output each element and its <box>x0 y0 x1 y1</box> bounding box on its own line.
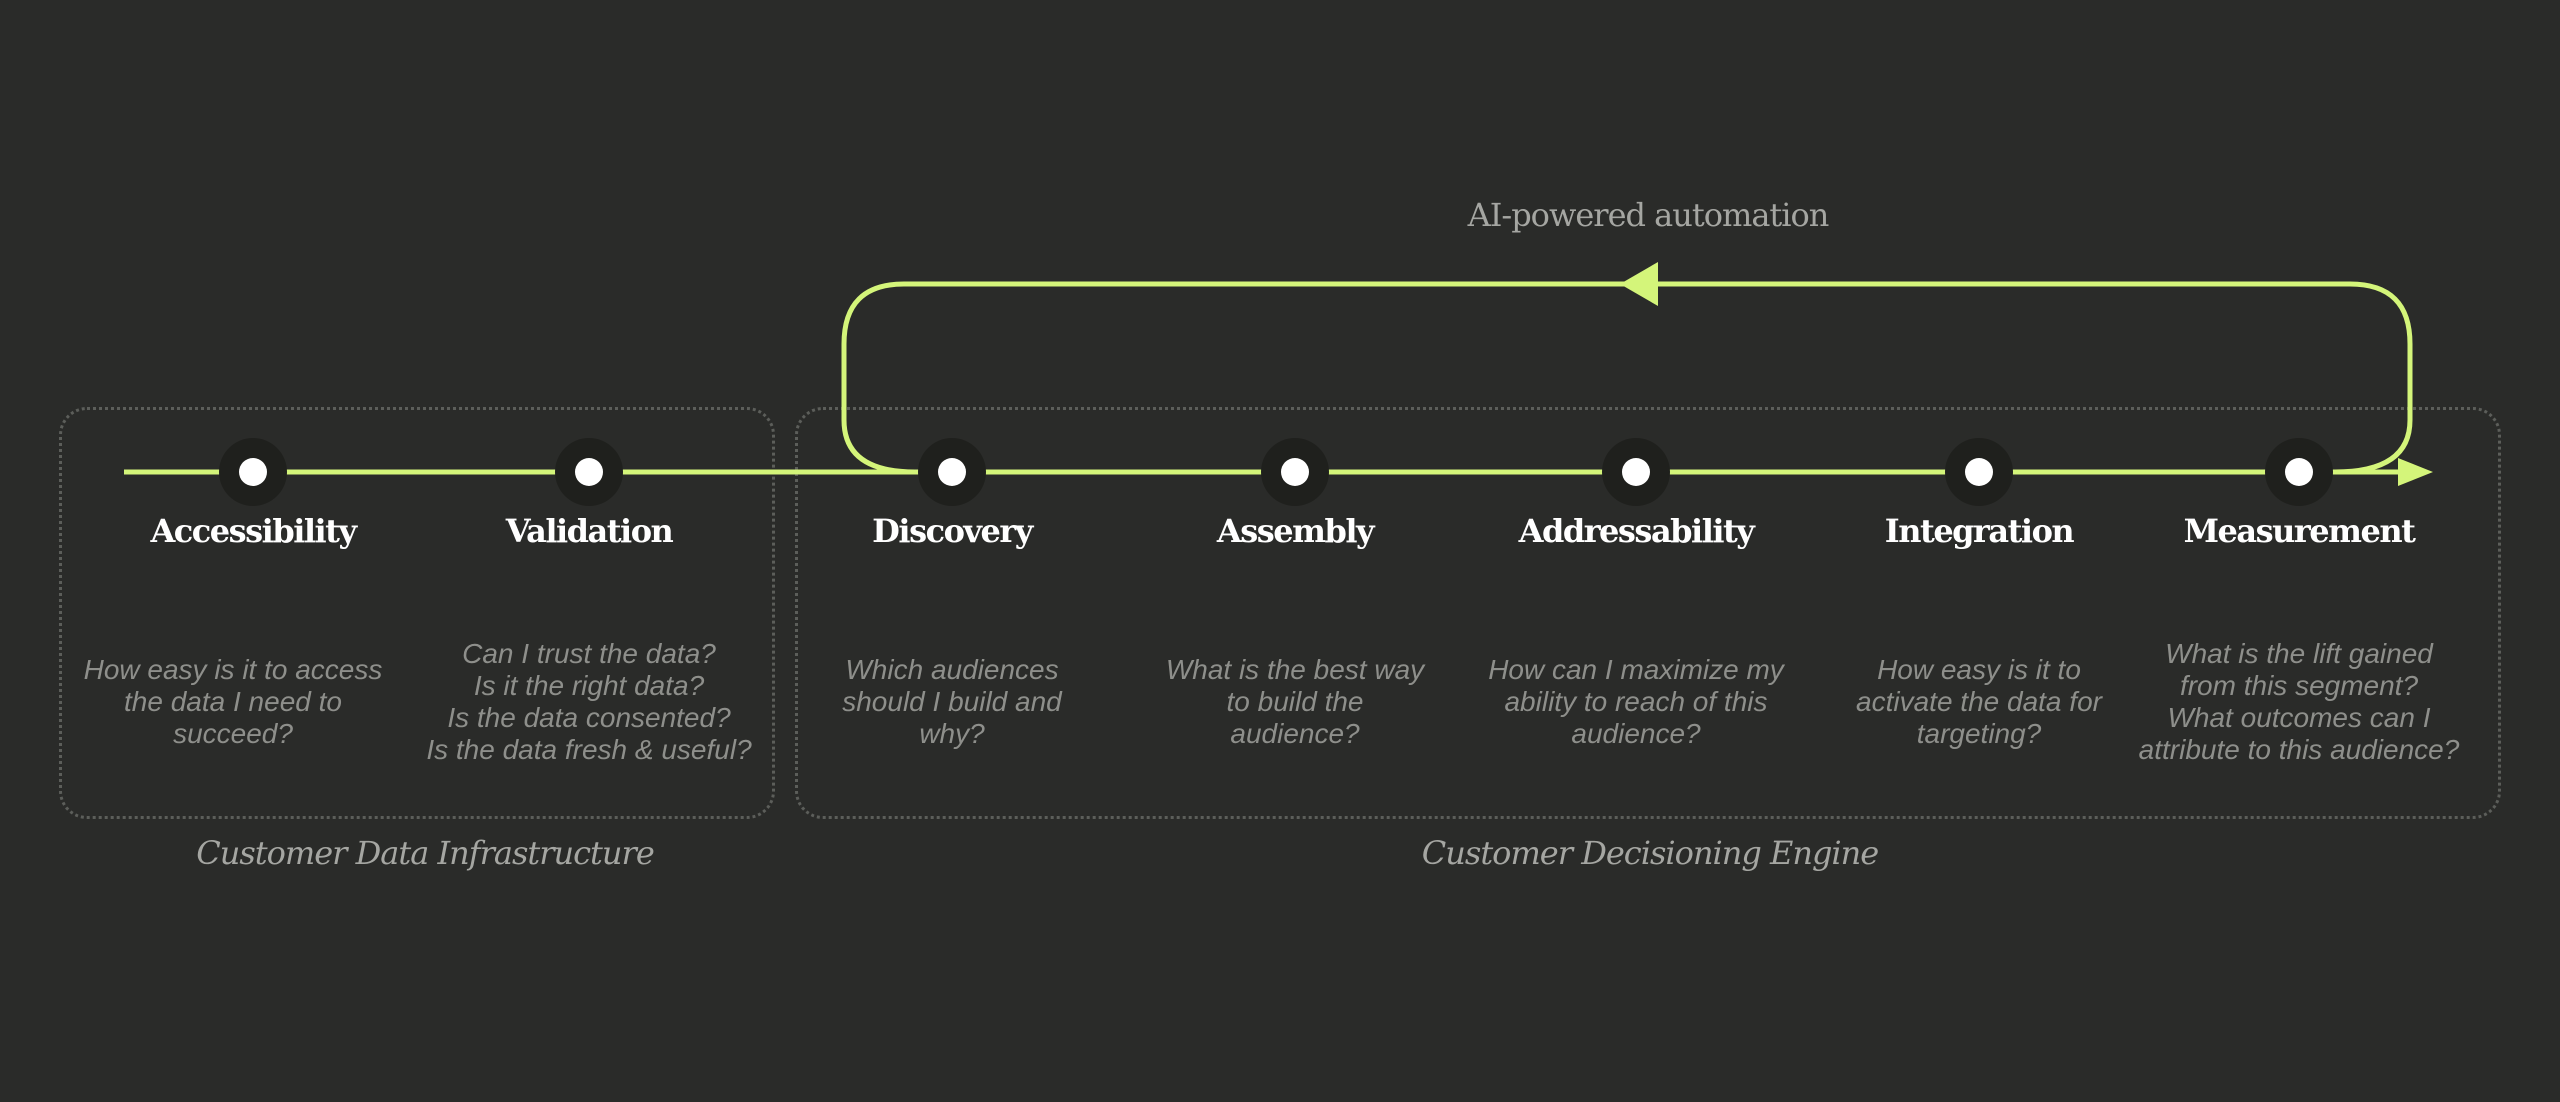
stage-node-dot <box>1965 458 1993 486</box>
stage-description-discovery: Which audiences should I build and why? <box>842 654 1062 749</box>
stage-title-integration: Integration <box>1884 512 2075 550</box>
group-label-customer-decisioning-engine: Customer Decisioning Engine <box>1421 834 1879 872</box>
loop-arrow-head-icon <box>1620 262 1658 306</box>
stage-description-assembly: What is the best way to build the audien… <box>1165 654 1425 749</box>
stage-description-measurement: What is the lift gained from this segmen… <box>2138 638 2460 765</box>
stage-description-accessibility: How easy is it to access the data I need… <box>83 654 383 749</box>
stage-title-assembly: Assembly <box>1216 512 1375 550</box>
stage-description-addressability: How can I maximize my ability to reach o… <box>1488 654 1784 749</box>
stage-node-dot <box>239 458 267 486</box>
loop-label: AI-powered automation <box>1467 196 1830 234</box>
group-label-customer-data-infrastructure: Customer Data Infrastructure <box>196 834 655 872</box>
timeline-arrow-head-icon <box>2398 458 2433 486</box>
stage-title-validation: Validation <box>505 512 674 550</box>
stage-node-dot <box>2285 458 2313 486</box>
stage-title-addressability: Addressability <box>1518 512 1755 550</box>
stage-node-dot <box>1622 458 1650 486</box>
stage-title-accessibility: Accessibility <box>150 512 357 550</box>
flow-diagram <box>124 262 2433 506</box>
stage-description-integration: How easy is it to activate the data for … <box>1856 654 2102 749</box>
stage-node-dot <box>1281 458 1309 486</box>
stage-description-validation: Can I trust the data? Is it the right da… <box>426 638 752 765</box>
stage-node-dot <box>575 458 603 486</box>
stage-title-discovery: Discovery <box>872 512 1033 550</box>
stage-title-measurement: Measurement <box>2183 512 2416 550</box>
stage-node-dot <box>938 458 966 486</box>
